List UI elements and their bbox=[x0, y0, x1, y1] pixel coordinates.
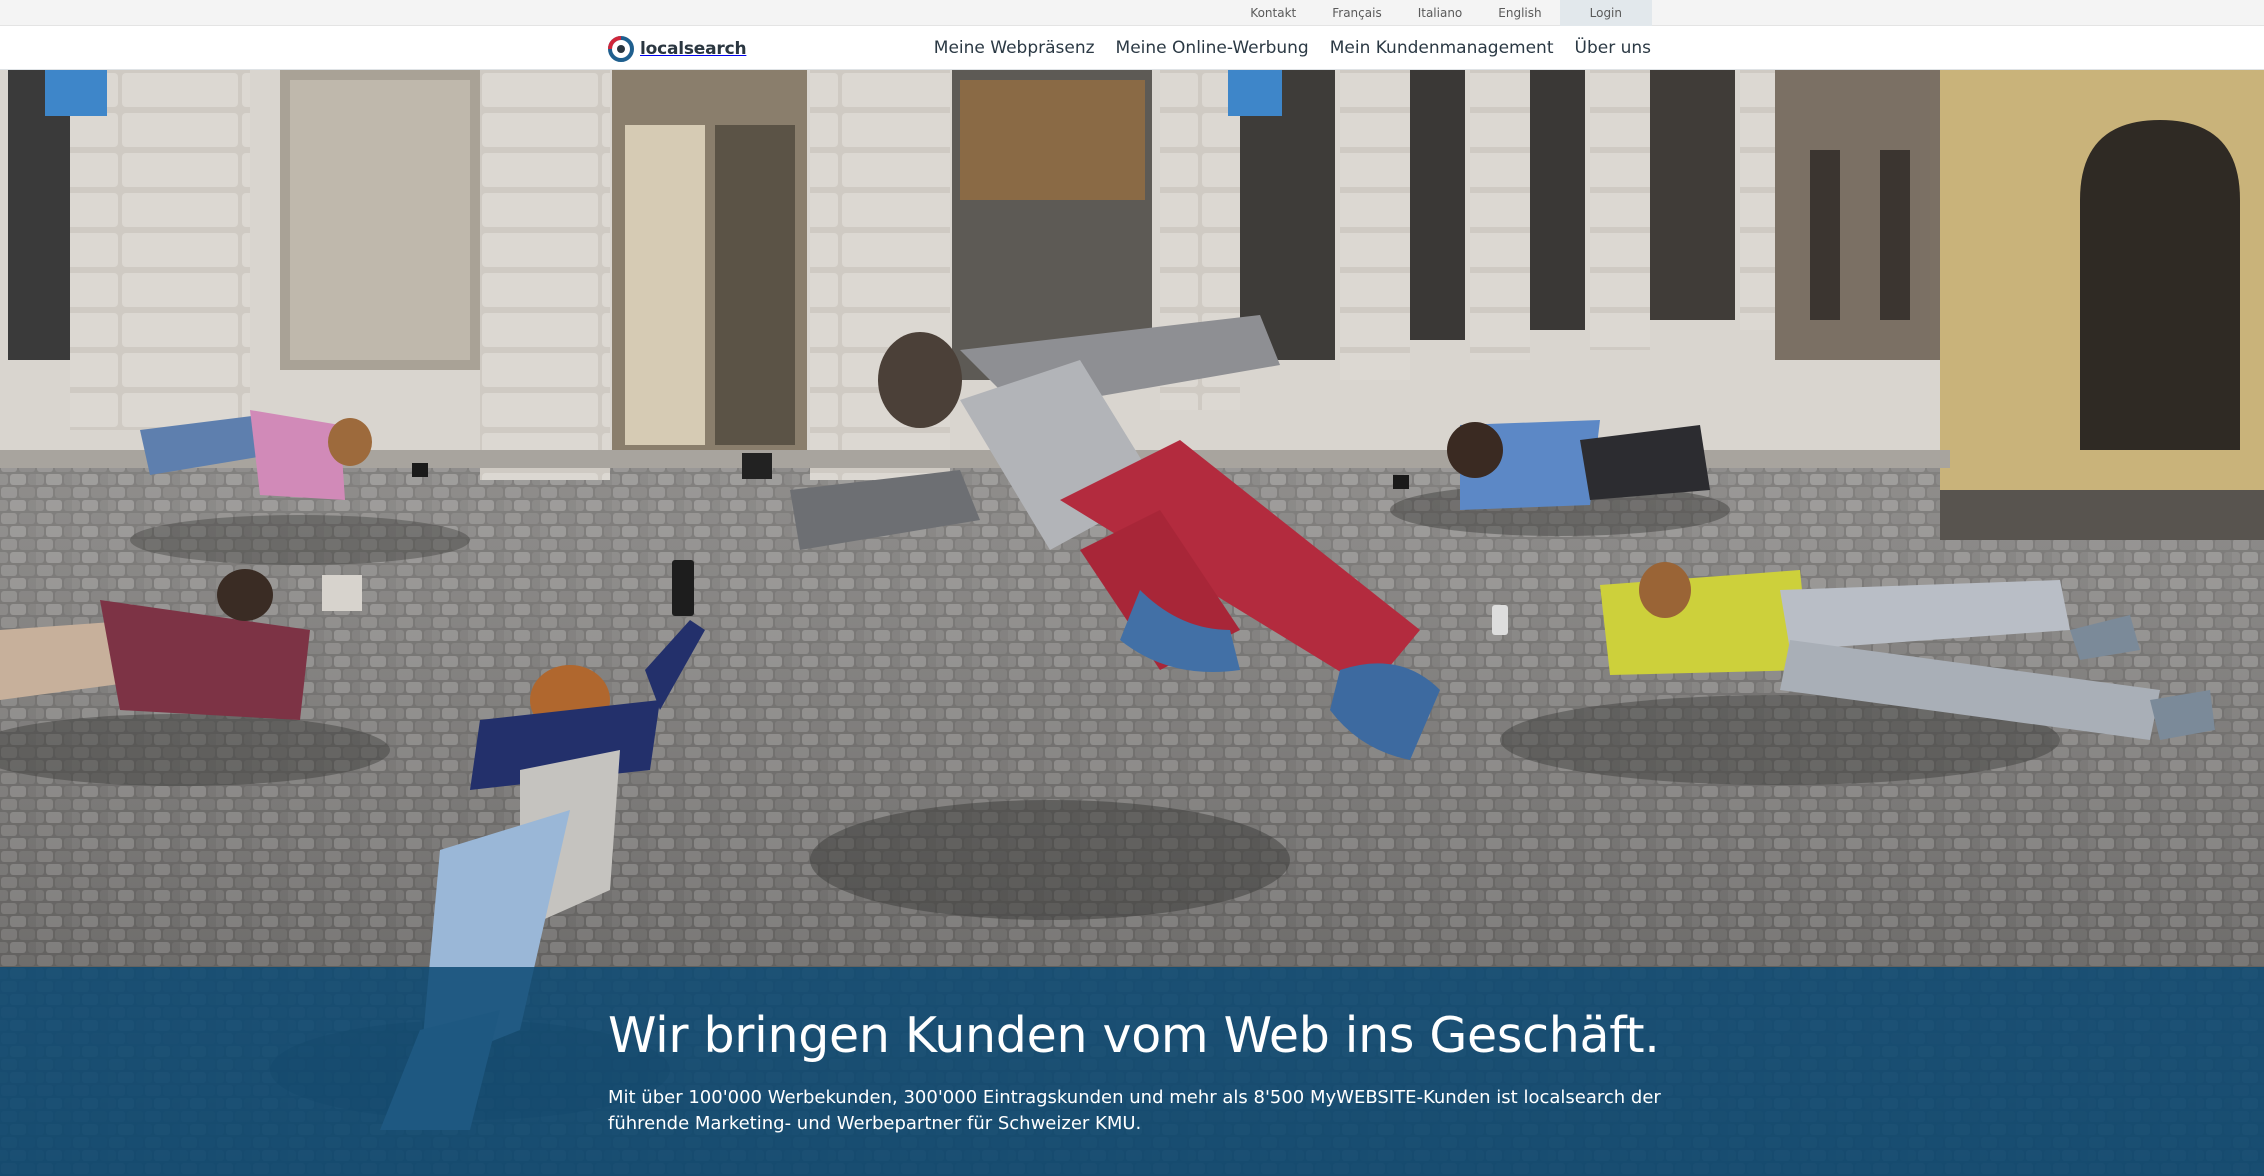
logo-link[interactable]: localsearch bbox=[608, 36, 747, 62]
contact-link[interactable]: Kontakt bbox=[1232, 0, 1314, 26]
primary-nav: Meine Webpräsenz Meine Online-Werbung Me… bbox=[913, 26, 1651, 70]
nav-item-kundenmanagement[interactable]: Mein Kundenmanagement bbox=[1330, 26, 1554, 70]
main-navbar: localsearch Meine Webpräsenz Meine Onlin… bbox=[0, 26, 2264, 70]
logo-text: localsearch bbox=[640, 39, 747, 59]
language-italian-link[interactable]: Italiano bbox=[1400, 0, 1481, 26]
utility-links: Kontakt Français Italiano English Login bbox=[1232, 0, 1652, 26]
nav-item-ueber-uns[interactable]: Über uns bbox=[1575, 26, 1652, 70]
hero-headline: Wir bringen Kunden vom Web ins Geschäft. bbox=[608, 1007, 1660, 1064]
hero-banner: Wir bringen Kunden vom Web ins Geschäft.… bbox=[0, 967, 2264, 1176]
hero-description: Mit über 100'000 Werbekunden, 300'000 Ei… bbox=[608, 1087, 1661, 1134]
localsearch-logo-icon bbox=[608, 36, 634, 62]
nav-item-webpraesenz[interactable]: Meine Webpräsenz bbox=[934, 26, 1095, 70]
language-english-link[interactable]: English bbox=[1480, 0, 1559, 26]
language-french-link[interactable]: Français bbox=[1314, 0, 1399, 26]
login-link[interactable]: Login bbox=[1559, 0, 1652, 26]
nav-item-online-werbung[interactable]: Meine Online-Werbung bbox=[1116, 26, 1309, 70]
hero-section: Wir bringen Kunden vom Web ins Geschäft.… bbox=[0, 70, 2264, 1176]
top-utility-bar: Kontakt Français Italiano English Login bbox=[0, 0, 2264, 26]
